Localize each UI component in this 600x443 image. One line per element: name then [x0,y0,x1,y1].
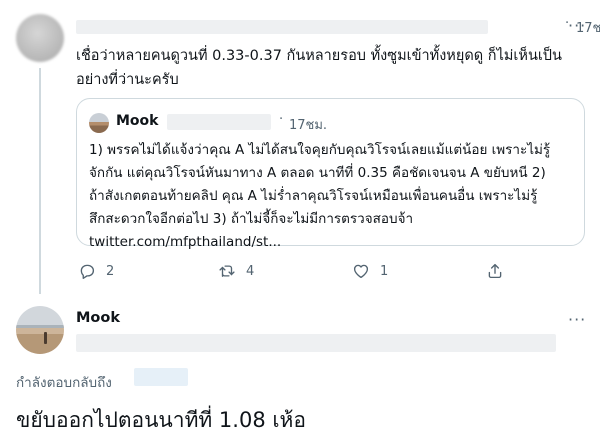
quoted-timestamp: 17ชม. [289,118,328,133]
blurred-author-name[interactable] [76,20,488,34]
reply-icon [80,264,95,279]
replying-to-label: กำลังตอบกลับถึง [16,375,112,391]
blurred-handle [76,334,556,352]
tweet-text: เชื่อว่าหลายคนดูวนที่ 0.33-0.37 กันหลายร… [76,44,576,92]
more-options-icon[interactable]: ··· [568,18,586,34]
quoted-link[interactable]: twitter.com/mfpthailand/st... [89,231,574,254]
tweet-text-line: อย่างที่ว่านะครับ [76,72,179,88]
quoted-text-line: ถ้าสังเกตตอนท้ายคลิป คุณ A ไม่ร่ำลาคุณวิ… [89,188,538,204]
quoted-author-name: Mook [116,113,159,129]
more-options-icon[interactable]: ··· [568,312,586,328]
heart-icon [353,264,369,279]
avatar[interactable] [16,14,64,62]
avatar-photo-detail [44,332,47,344]
quoted-text-line: สึกสะดวกใจอีกต่อไป 3) ถ้าไม่จี้ก็จะไม่มี… [89,211,414,227]
thread-connector-line [39,68,41,294]
quoted-tweet-text: 1) พรรคไม่ได้แจ้งว่าคุณ A ไม่ได้สนใจคุยก… [89,139,574,254]
quoted-tweet-card[interactable]: Mook · 17ชม. 1) พรรคไม่ได้แจ้งว่าคุณ A ไ… [76,98,585,250]
avatar[interactable] [16,306,64,354]
reply-count: 2 [106,263,115,279]
share-button[interactable] [486,262,504,280]
like-count: 1 [380,263,389,279]
tweet-text-line: เชื่อว่าหลายคนดูวนที่ 0.33-0.37 กันหลายร… [76,48,562,64]
separator-dot: · [279,112,284,127]
tweet-thread: · 17ชม. ··· เชื่อว่าหลายคนดูวนที่ 0.33-0… [0,0,600,443]
retweet-icon [219,265,235,277]
author-name[interactable]: Mook [76,310,120,326]
avatar-photo-detail [16,325,64,328]
quoted-text-line: 1) พรรคไม่ได้แจ้งว่าคุณ A ไม่ได้สนใจคุยก… [89,142,551,158]
like-button[interactable]: 1 [352,262,388,280]
tweet-text: ขยับออกไปตอนนาทีที่ 1.08 เห้อ [16,408,307,432]
share-icon [488,263,502,279]
quoted-text-line: จักกัน แต่คุณวิโรจน์หันมาทาง A ตลอด นาที… [89,165,546,181]
retweet-button[interactable]: 4 [218,262,254,280]
tweet-header: · 17ชม. [76,16,600,36]
replying-to-handle[interactable] [134,368,188,386]
retweet-count: 4 [246,263,255,279]
avatar [89,113,109,133]
reply-button[interactable]: 2 [78,262,114,280]
blurred-handle [167,114,271,130]
